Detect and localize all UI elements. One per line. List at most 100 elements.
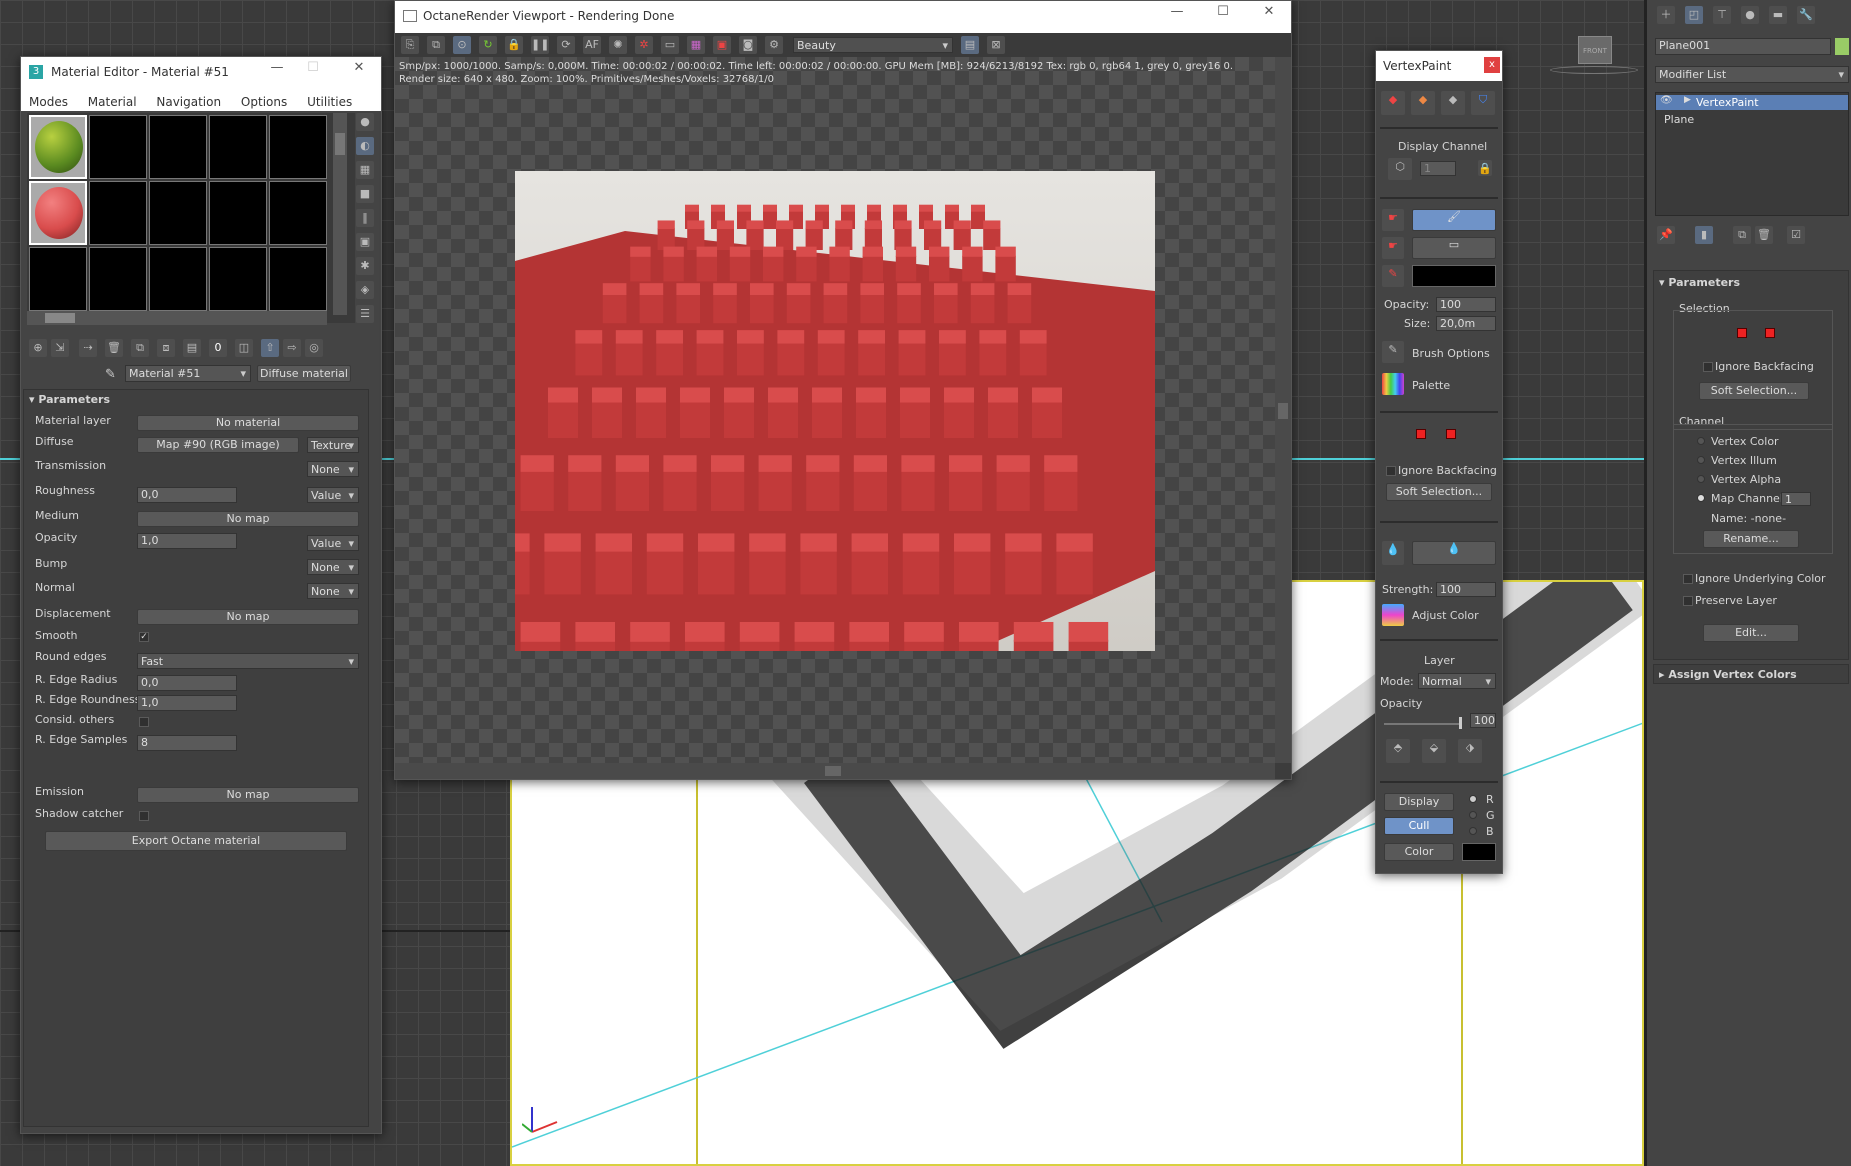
lock-icon[interactable]: 🔒 bbox=[1478, 160, 1492, 176]
put-to-library-icon[interactable]: ⧈ bbox=[157, 339, 175, 357]
displacement-button[interactable]: No map bbox=[137, 609, 359, 625]
compare-icon[interactable]: ⊠ bbox=[987, 36, 1005, 54]
eyedropper-icon[interactable]: ✎ bbox=[105, 367, 116, 382]
vertex-alpha-radio[interactable] bbox=[1697, 475, 1705, 483]
object-color-swatch[interactable] bbox=[1835, 38, 1849, 55]
menu-utilities[interactable]: Utilities bbox=[307, 95, 352, 109]
assign-material-icon[interactable]: ⇢ bbox=[79, 339, 97, 357]
paint-select-icon[interactable]: ☛ bbox=[1382, 209, 1404, 231]
pin-stack-icon[interactable]: 📌 bbox=[1657, 226, 1675, 244]
menu-material[interactable]: Material bbox=[88, 95, 137, 109]
restart-icon[interactable]: ⟳ bbox=[557, 36, 575, 54]
consid-others-checkbox[interactable] bbox=[139, 717, 149, 727]
parameters-header[interactable]: ▾ Parameters bbox=[1659, 276, 1740, 289]
material-name-field[interactable]: Material #51 bbox=[125, 365, 251, 382]
close-button[interactable]: ✕ bbox=[1251, 4, 1287, 19]
palette-icon[interactable] bbox=[1382, 373, 1404, 395]
smooth-checkbox[interactable]: ✓ bbox=[139, 632, 149, 642]
sample-slot[interactable] bbox=[149, 115, 207, 179]
roughness-spinner[interactable]: 0,0 bbox=[137, 487, 237, 503]
make-unique-icon[interactable]: ⧉ bbox=[1733, 226, 1751, 244]
stack-item-plane[interactable]: Plane bbox=[1664, 113, 1694, 126]
disable-vertex-color-icon[interactable]: ◆ bbox=[1441, 91, 1465, 115]
expand-icon[interactable]: ▶ bbox=[1684, 95, 1691, 105]
motion-tab-icon[interactable]: ● bbox=[1741, 6, 1759, 24]
sample-slot[interactable] bbox=[149, 247, 207, 311]
viewcube[interactable]: FRONT bbox=[1578, 36, 1612, 64]
material-type-button[interactable]: Diffuse material bbox=[257, 365, 351, 382]
r-radio[interactable] bbox=[1469, 795, 1477, 803]
vertex-select-icon[interactable] bbox=[1737, 328, 1747, 338]
vertex-color-radio[interactable] bbox=[1697, 437, 1705, 445]
eye-icon[interactable]: 👁 bbox=[1660, 95, 1673, 106]
face-select-icon[interactable] bbox=[1765, 328, 1775, 338]
create-tab-icon[interactable]: ＋ bbox=[1657, 6, 1675, 24]
transmission-mode-dropdown[interactable]: None bbox=[307, 461, 359, 477]
make-preview-icon[interactable]: ▣ bbox=[356, 233, 374, 251]
r-edge-samples-spinner[interactable]: 8 bbox=[137, 735, 237, 751]
assign-vertex-colors-header[interactable]: ▸ Assign Vertex Colors bbox=[1659, 668, 1797, 681]
background-icon[interactable]: ▦ bbox=[356, 161, 374, 179]
af-icon[interactable]: AF bbox=[583, 36, 601, 54]
region-icon[interactable]: ✲ bbox=[635, 36, 653, 54]
render-horizontal-scrollbar[interactable] bbox=[395, 763, 1275, 779]
ignore-backfacing-checkbox[interactable] bbox=[1386, 466, 1396, 476]
b-radio[interactable] bbox=[1469, 827, 1477, 835]
minimize-button[interactable]: — bbox=[259, 60, 295, 75]
display-button[interactable]: Display bbox=[1384, 793, 1454, 811]
film-icon[interactable]: ▦ bbox=[687, 36, 705, 54]
new-layer-icon[interactable]: ⬘ bbox=[1386, 739, 1410, 763]
show-end-result-icon[interactable]: ◫ bbox=[235, 339, 253, 357]
preserve-layer-checkbox[interactable] bbox=[1683, 596, 1693, 606]
ignore-underlying-color-checkbox[interactable] bbox=[1683, 574, 1693, 584]
modifier-list-dropdown[interactable]: Modifier List bbox=[1655, 66, 1849, 83]
show-map-icon[interactable]: 0 bbox=[209, 339, 227, 357]
sample-slot[interactable] bbox=[89, 115, 147, 179]
opacity-spinner[interactable]: 1,0 bbox=[137, 533, 237, 549]
sample-slot[interactable] bbox=[149, 181, 207, 245]
erase-button[interactable]: ▭ bbox=[1412, 237, 1496, 259]
utilities-tab-icon[interactable]: 🔧 bbox=[1797, 6, 1815, 24]
go-to-parent-icon[interactable]: ⇧ bbox=[261, 339, 279, 357]
face-select-icon[interactable] bbox=[1446, 429, 1456, 439]
opacity-spinner[interactable]: 100 bbox=[1436, 297, 1496, 312]
sample-slot[interactable] bbox=[269, 115, 327, 179]
material-navigator-icon[interactable]: ☰ bbox=[356, 305, 374, 323]
export-octane-material-button[interactable]: Export Octane material bbox=[45, 831, 347, 851]
sample-slot[interactable] bbox=[269, 247, 327, 311]
blur-select-icon[interactable]: ☛ bbox=[1382, 237, 1404, 259]
sample-slot[interactable] bbox=[209, 181, 267, 245]
save-render-icon[interactable]: ⎘ bbox=[401, 36, 419, 54]
g-radio[interactable] bbox=[1469, 811, 1477, 819]
put-to-scene-icon[interactable]: ⇲ bbox=[51, 339, 69, 357]
horizontal-scrollbar[interactable] bbox=[27, 311, 327, 325]
render-pass-dropdown[interactable]: Beauty bbox=[793, 37, 953, 53]
remove-modifier-icon[interactable]: 🗑 bbox=[1755, 226, 1773, 244]
render-vertical-scrollbar[interactable] bbox=[1275, 57, 1291, 763]
diffuse-mode-dropdown[interactable]: Texture bbox=[307, 437, 359, 453]
settings-gear-icon[interactable]: ⚙ bbox=[765, 36, 783, 54]
color-button[interactable]: Color bbox=[1384, 843, 1454, 861]
render-area[interactable]: Smp/px: 1000/1000. Samp/s: 0,000M. Time:… bbox=[395, 57, 1275, 763]
start-render-icon[interactable]: ↻ bbox=[479, 36, 497, 54]
modify-tab-icon[interactable]: ◰ bbox=[1685, 6, 1703, 24]
vertex-color-display-shaded-icon[interactable]: ◆ bbox=[1411, 91, 1435, 115]
r-edge-radius-spinner[interactable]: 0,0 bbox=[137, 675, 237, 691]
strength-spinner[interactable]: 100 bbox=[1436, 582, 1496, 597]
lock-icon[interactable]: 🔒 bbox=[505, 36, 523, 54]
parameters-header[interactable]: ▾ Parameters bbox=[29, 393, 110, 406]
vertex-illum-radio[interactable] bbox=[1697, 456, 1705, 464]
soft-selection-button[interactable]: Soft Selection... bbox=[1386, 483, 1492, 501]
diffuse-map-button[interactable]: Map #90 (RGB image) bbox=[137, 437, 299, 453]
sample-slot-active[interactable] bbox=[29, 181, 87, 245]
vertex-color-display-unshaded-icon[interactable]: ◆ bbox=[1381, 91, 1405, 115]
layer-opacity-slider[interactable] bbox=[1384, 717, 1462, 729]
display-tab-icon[interactable]: ▬ bbox=[1769, 6, 1787, 24]
normal-mode-dropdown[interactable]: None bbox=[307, 583, 359, 599]
roughness-mode-dropdown[interactable]: Value bbox=[307, 487, 359, 503]
show-end-result-icon[interactable]: ▮ bbox=[1695, 226, 1713, 244]
camera-icon[interactable]: ▣ bbox=[713, 36, 731, 54]
delete-layer-icon[interactable]: ⬙ bbox=[1422, 739, 1446, 763]
layer-opacity-field[interactable]: 100 bbox=[1470, 713, 1496, 728]
select-by-material-icon[interactable]: ◈ bbox=[356, 281, 374, 299]
